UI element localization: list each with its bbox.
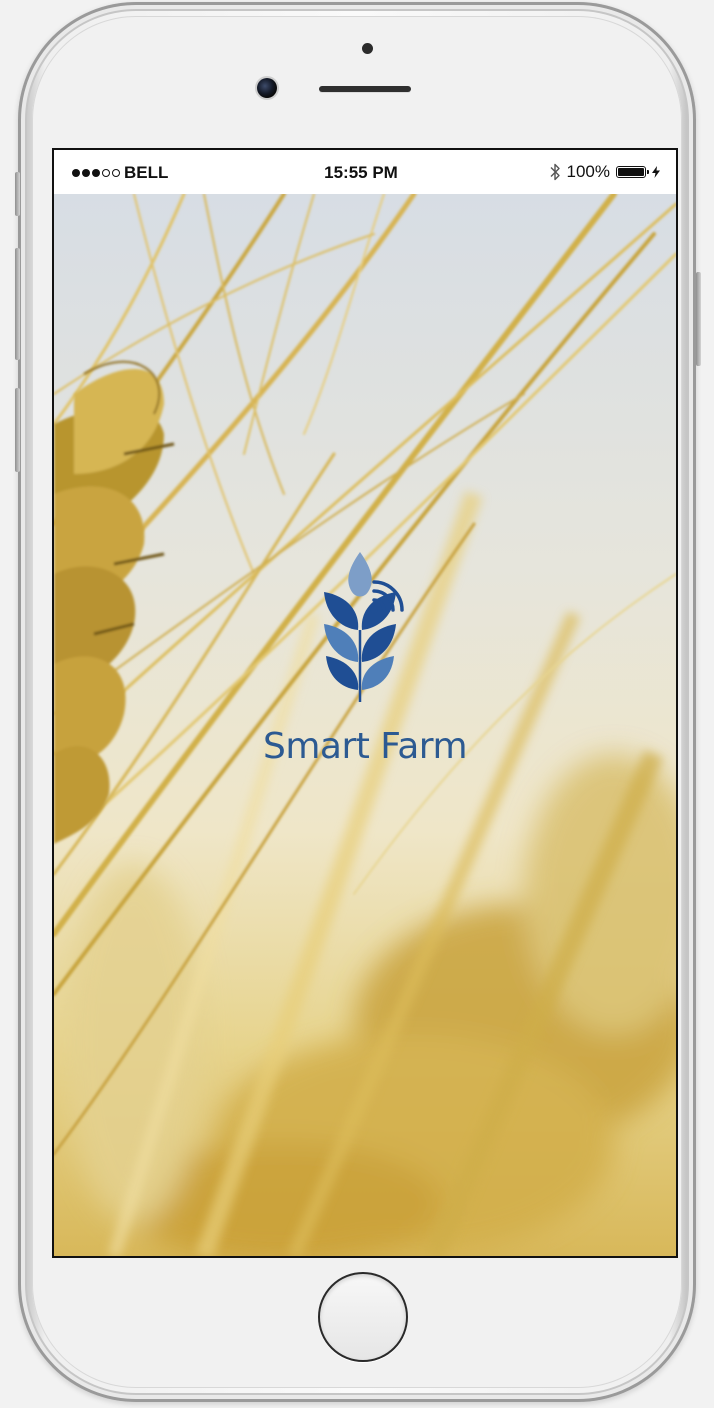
phone-screen: BELL 15:55 PM 100% Smart Farm: [52, 148, 678, 1258]
home-button-icon[interactable]: [318, 1272, 408, 1362]
power-button: [696, 272, 701, 366]
volume-up-button: [15, 248, 20, 360]
app-title: Smart Farm: [262, 726, 468, 767]
wheat-background-image: [54, 194, 676, 1256]
splash-screen: Smart Farm: [54, 194, 676, 1256]
battery-icon: [616, 166, 649, 178]
status-right-group: 100%: [549, 162, 660, 182]
charging-bolt-icon: [652, 166, 660, 178]
mute-switch: [15, 172, 20, 216]
status-bar: BELL 15:55 PM 100%: [54, 150, 676, 194]
earpiece-speaker: [319, 86, 411, 92]
front-camera-icon: [257, 78, 277, 98]
volume-down-button: [15, 388, 20, 472]
proximity-sensor: [362, 43, 373, 54]
wheat-wifi-logo-icon: [324, 552, 404, 702]
battery-percent: 100%: [566, 162, 610, 181]
bluetooth-icon: [550, 163, 560, 181]
